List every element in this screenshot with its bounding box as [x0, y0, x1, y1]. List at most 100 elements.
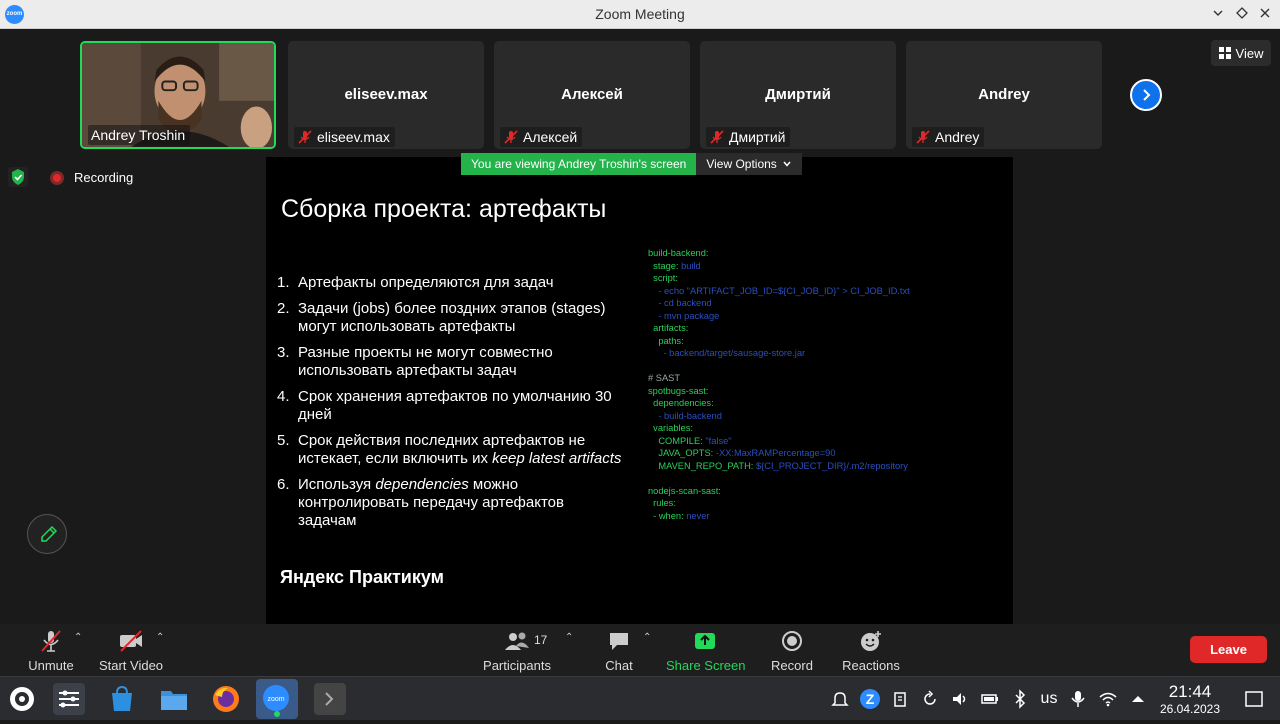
minimize-icon[interactable] [1209, 5, 1227, 23]
chat-button[interactable]: Chat [600, 628, 638, 673]
slide-list-item: 4. Срок хранения артефактов по умолчанию … [277, 388, 622, 424]
muted-mic-icon [916, 130, 930, 144]
code-line: spotbugs-sast: [648, 385, 709, 396]
code-line: paths: [648, 335, 684, 346]
annotate-pencil-button[interactable] [27, 514, 67, 554]
recording-dot-icon [50, 170, 64, 185]
participants-count: 17 [534, 633, 548, 647]
list-number: 5. [277, 432, 290, 449]
participant-name: Andrey Troshin [91, 127, 186, 143]
list-number: 2. [277, 300, 290, 317]
record-icon [782, 631, 802, 651]
record-label: Record [771, 658, 813, 673]
participant-display-name: Andrey [978, 86, 1030, 103]
share-screen-button[interactable]: Share Screen [666, 628, 746, 673]
audio-options-caret[interactable]: ⌃ [74, 632, 82, 643]
system-taskbar: zoom Z us 21:44 26.04.2023 [0, 676, 1280, 720]
brand-logo: Яндекс Практикум [280, 567, 444, 587]
list-text: Срок хранения артефактов по умолчанию 30… [298, 388, 612, 423]
list-text: Разные проекты не могут совместно исполь… [298, 344, 553, 379]
list-number: 3. [277, 344, 290, 361]
grid-icon [1218, 47, 1231, 59]
firefox-icon[interactable] [210, 683, 242, 715]
battery-icon[interactable] [980, 689, 1000, 709]
show-desktop-icon[interactable] [1244, 689, 1264, 709]
chat-label: Chat [605, 658, 633, 673]
system-settings-icon[interactable] [53, 683, 85, 715]
notifications-icon[interactable] [830, 689, 850, 709]
participant-name-label: Алексей [500, 127, 583, 147]
participant-name-label: Andrey [912, 127, 985, 147]
viewing-screen-label: You are viewing Andrey Troshin's screen [461, 153, 697, 175]
chat-options-caret[interactable]: ⌃ [643, 632, 651, 643]
terminal-icon[interactable] [314, 683, 346, 715]
zoom-tray-icon[interactable]: Z [860, 689, 880, 709]
participants-options-caret[interactable]: ⌃ [565, 632, 573, 643]
reactions-button[interactable]: Reactions [840, 628, 902, 673]
recording-indicator[interactable]: Recording [50, 170, 133, 185]
chevron-down-icon [783, 161, 791, 167]
microphone-icon[interactable] [1068, 689, 1088, 709]
list-number: 4. [277, 388, 290, 405]
participant-tile-active[interactable]: Andrey Troshin [80, 41, 276, 149]
participants-icon [505, 632, 529, 650]
maximize-icon[interactable] [1233, 5, 1251, 23]
code-line: artifacts: [648, 323, 689, 333]
participant-name: Дмиртий [729, 129, 786, 145]
participant-tile[interactable]: eliseev.max eliseev.max [288, 41, 484, 149]
slide-list-item: 6. Используя dependencies можно контролир… [277, 476, 622, 530]
participant-tile[interactable]: Дмиртий Дмиртий [700, 41, 896, 149]
wifi-icon[interactable] [1098, 689, 1118, 709]
slide-list-item: 5. Срок действия последних артефактов не … [277, 432, 622, 468]
tray-expand-icon[interactable] [1128, 689, 1148, 709]
clock-time: 21:44 [1168, 682, 1212, 701]
code-line: nodejs-scan-sast: [648, 485, 721, 496]
view-options-dropdown[interactable]: View Options [696, 153, 802, 175]
muted-mic-icon [504, 130, 518, 144]
file-manager-icon[interactable] [158, 683, 190, 715]
clock[interactable]: 21:44 26.04.2023 [1152, 682, 1228, 716]
leave-button[interactable]: Leave [1190, 636, 1267, 663]
unmute-button[interactable]: Unmute [24, 628, 78, 673]
code-line: - echo "ARTIFACT_JOB_ID=${CI_JOB_ID}" > … [648, 285, 910, 296]
code-line: - when: never [648, 510, 710, 521]
security-shield-icon[interactable] [8, 167, 28, 187]
close-icon[interactable] [1256, 5, 1274, 23]
slide-list-item: 3. Разные проекты не могут совместно испо… [277, 344, 622, 380]
chat-icon [610, 633, 628, 650]
volume-icon[interactable] [950, 689, 970, 709]
participant-name-label: Andrey Troshin [88, 125, 191, 145]
video-off-icon [120, 630, 142, 652]
start-video-button[interactable]: Start Video [98, 628, 164, 673]
slide-title: Сборка проекта: артефакты [281, 195, 607, 223]
code-line: build-backend: [648, 248, 709, 258]
participant-name: Andrey [935, 129, 980, 145]
zoom-taskbar-icon[interactable]: zoom [256, 679, 298, 719]
clipboard-icon[interactable] [890, 689, 910, 709]
list-text: Задачи (jobs) более поздних этапов (stag… [298, 300, 606, 335]
video-options-caret[interactable]: ⌃ [156, 632, 164, 643]
next-page-button[interactable] [1130, 79, 1162, 111]
participant-tile[interactable]: Алексей Алексей [494, 41, 690, 149]
participant-display-name: Алексей [561, 86, 623, 103]
app-launcher-icon[interactable] [6, 683, 38, 715]
bluetooth-icon[interactable] [1010, 689, 1030, 709]
participant-name: Алексей [523, 129, 578, 145]
record-button[interactable]: Record [770, 628, 814, 673]
code-line: COMPILE: "false" [648, 435, 732, 446]
participant-tile[interactable]: Andrey Andrey [906, 41, 1102, 149]
window-titlebar: zoom Zoom Meeting [0, 0, 1280, 29]
code-line: stage: build [648, 260, 701, 271]
keyboard-layout-indicator[interactable]: us [1036, 689, 1062, 709]
update-icon[interactable] [920, 689, 940, 709]
code-line: - cd backend [648, 298, 712, 308]
code-line: script: [648, 273, 678, 283]
store-icon[interactable] [106, 683, 138, 715]
emoji-icon [861, 631, 881, 651]
participant-display-name: eliseev.max [344, 86, 428, 103]
participants-label: Participants [483, 658, 551, 673]
view-button[interactable]: View [1211, 40, 1271, 66]
share-screen-icon [695, 633, 715, 649]
clock-date: 26.04.2023 [1159, 702, 1221, 716]
code-line: JAVA_OPTS: -XX:MaxRAMPercentage=90 [648, 448, 836, 458]
